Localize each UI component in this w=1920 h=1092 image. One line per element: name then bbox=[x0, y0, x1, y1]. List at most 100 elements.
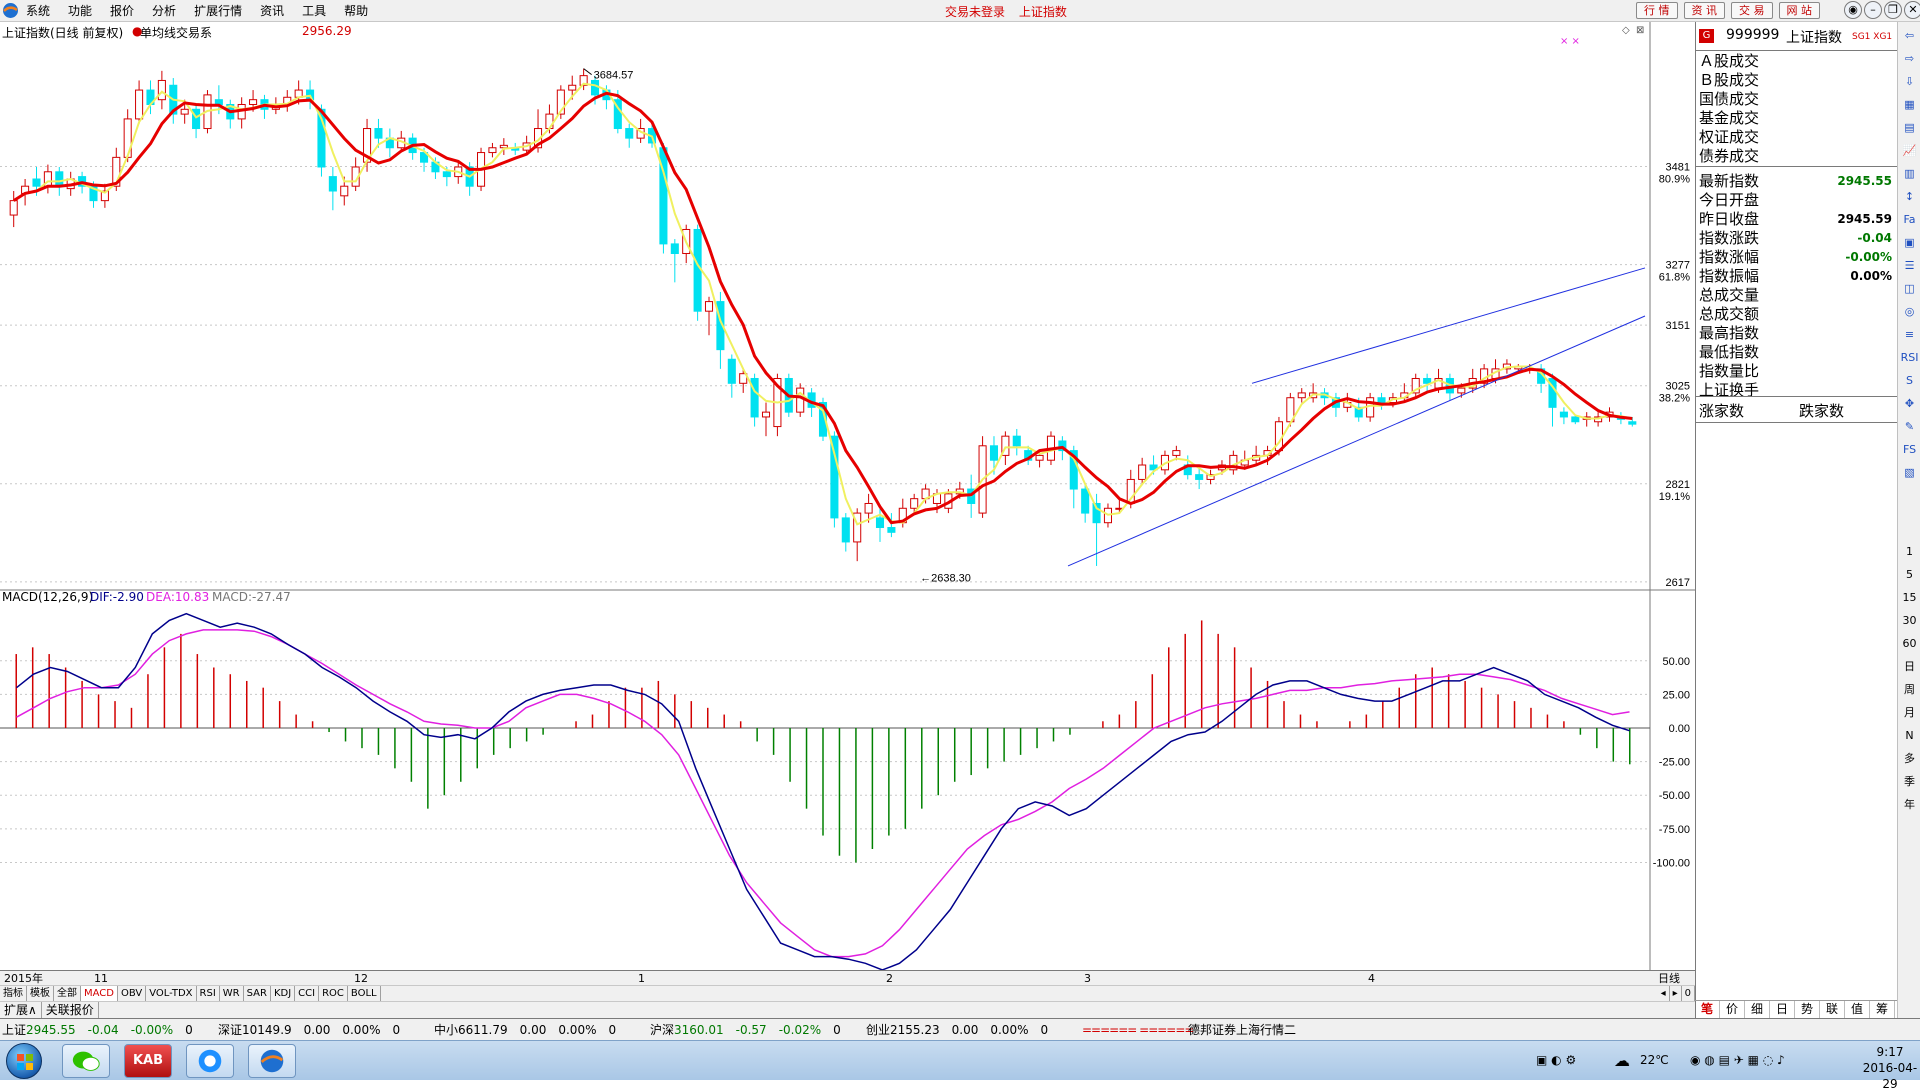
toolbar-button[interactable]: 月 bbox=[1900, 703, 1919, 723]
menu-circle-icon[interactable]: ◉ bbox=[1844, 1, 1862, 19]
toolbar-button[interactable]: Fa bbox=[1900, 210, 1919, 230]
ticker-item[interactable]: 中小6611.79 0.00 0.00% 0 bbox=[434, 1019, 628, 1041]
zoom-reset-icon[interactable]: 0 bbox=[1682, 986, 1695, 1002]
restore-icon[interactable]: ❐ bbox=[1884, 1, 1902, 19]
toolbar-button[interactable]: ◫ bbox=[1900, 279, 1919, 299]
period-label[interactable]: 日线 bbox=[1658, 971, 1680, 986]
weather-icon[interactable]: ☁ bbox=[1614, 1051, 1630, 1070]
tab-obv[interactable]: OBV bbox=[118, 986, 147, 1002]
toolbar-button[interactable]: ⇨ bbox=[1900, 49, 1919, 69]
ticker-item[interactable]: 创业2155.23 0.00 0.00% 0 bbox=[866, 1019, 1060, 1041]
toolbar-button[interactable]: ▣ bbox=[1900, 233, 1919, 253]
ticker-pct: 0.00% bbox=[990, 1023, 1029, 1037]
tab-indicator[interactable]: 指标 bbox=[0, 986, 27, 1002]
quote-row: Ａ股成交 bbox=[1699, 52, 1895, 71]
start-button[interactable] bbox=[6, 1043, 42, 1079]
tab-roc[interactable]: ROC bbox=[319, 986, 348, 1002]
ticker-item[interactable]: 上证2945.55 -0.04 -0.00% 0 bbox=[2, 1019, 205, 1041]
quote-tab[interactable]: 细 bbox=[1745, 1001, 1770, 1019]
kab-taskbar-icon[interactable]: KAB bbox=[124, 1044, 172, 1078]
toolbar-button[interactable]: 5 bbox=[1900, 565, 1919, 585]
tab-template[interactable]: 模板 bbox=[27, 986, 54, 1002]
tab-all[interactable]: 全部 bbox=[54, 986, 81, 1002]
toolbar-button[interactable]: ☰ bbox=[1900, 256, 1919, 276]
ticker-item[interactable]: 深证10149.9 0.00 0.00% 0 bbox=[218, 1019, 412, 1041]
toolbar-button[interactable]: 年 bbox=[1900, 795, 1919, 815]
tab-related-quotes[interactable]: 关联报价 bbox=[42, 1002, 99, 1018]
toolbar-button[interactable]: ▧ bbox=[1900, 463, 1919, 483]
quote-tab[interactable]: 筹 bbox=[1870, 1001, 1895, 1019]
quote-tab[interactable]: 联 bbox=[1820, 1001, 1845, 1019]
toolbar-button[interactable]: 15 bbox=[1900, 588, 1919, 608]
tab-vol-tdx[interactable]: VOL-TDX bbox=[146, 986, 197, 1002]
toolbar-button[interactable]: ▤ bbox=[1900, 118, 1919, 138]
quote-tab[interactable]: 势 bbox=[1795, 1001, 1820, 1019]
chart-settings-icon[interactable]: ◇ bbox=[1622, 25, 1630, 36]
ticker-status: ====== ====== bbox=[1082, 1023, 1194, 1037]
news-button[interactable]: 资 讯 bbox=[1683, 2, 1725, 19]
scroll-left-icon[interactable]: ◂ bbox=[1658, 986, 1670, 1002]
candle-body bbox=[670, 243, 679, 255]
menu-function[interactable]: 功能 bbox=[68, 3, 92, 19]
tray-icons[interactable]: ▣ ◐ ⚙ bbox=[1536, 1053, 1576, 1067]
toolbar-button[interactable]: 多 bbox=[1900, 749, 1919, 769]
quote-tab[interactable]: 值 bbox=[1845, 1001, 1870, 1019]
tab-expand[interactable]: 扩展∧ bbox=[0, 1002, 42, 1018]
toolbar-button[interactable]: 60 bbox=[1900, 634, 1919, 654]
toolbar-button[interactable]: ✎ bbox=[1900, 417, 1919, 437]
quote-tab[interactable]: 日 bbox=[1770, 1001, 1795, 1019]
ticker-item[interactable]: 沪深3160.01 -0.57 -0.02% 0 bbox=[650, 1019, 853, 1041]
menu-help[interactable]: 帮助 bbox=[344, 3, 368, 19]
quote-row-label: 国债成交 bbox=[1699, 90, 1760, 108]
wechat-taskbar-icon[interactable] bbox=[62, 1044, 110, 1078]
toolbar-button[interactable]: ⇩ bbox=[1900, 72, 1919, 92]
tab-rsi[interactable]: RSI bbox=[197, 986, 220, 1002]
toolbar-button[interactable]: ✥ bbox=[1900, 394, 1919, 414]
trade-login-status: 交易未登录 bbox=[945, 5, 1006, 19]
market-button[interactable]: 行 情 bbox=[1636, 2, 1678, 19]
toolbar-button[interactable]: 30 bbox=[1900, 611, 1919, 631]
toolbar-button[interactable]: RSI bbox=[1900, 348, 1919, 368]
toolbar-button[interactable]: ≡ bbox=[1900, 325, 1919, 345]
toolbar-button[interactable]: ◎ bbox=[1900, 302, 1919, 322]
toolbar-button[interactable]: 1 bbox=[1900, 542, 1919, 562]
menu-news[interactable]: 资讯 bbox=[260, 3, 284, 19]
chart-expand-icon[interactable]: ⊠ bbox=[1636, 25, 1644, 36]
menu-extended-market[interactable]: 扩展行情 bbox=[194, 3, 242, 19]
tab-boll[interactable]: BOLL bbox=[348, 986, 381, 1002]
toolbar-button[interactable]: ⇦ bbox=[1900, 26, 1919, 46]
website-button[interactable]: 网 站 bbox=[1778, 2, 1820, 19]
toolbar-button[interactable]: 日 bbox=[1900, 657, 1919, 677]
tray-clock[interactable]: 9:17 2016-04-29 bbox=[1860, 1044, 1920, 1092]
toolbar-button[interactable]: ▦ bbox=[1900, 95, 1919, 115]
tray-app-icons[interactable]: ◉ ◍ ▤ ✈ ▦ ◌ ♪ bbox=[1690, 1053, 1785, 1067]
chart-area[interactable]: 3481 80.9% 3277 61.8% 3151 3025 38.2% 2821 19.1%… bbox=[0, 22, 1695, 972]
toolbar-button[interactable]: 季 bbox=[1900, 772, 1919, 792]
tab-wr[interactable]: WR bbox=[220, 986, 244, 1002]
trade-button[interactable]: 交 易 bbox=[1731, 2, 1773, 19]
scroll-right-icon[interactable]: ▸ bbox=[1670, 986, 1682, 1002]
tab-macd[interactable]: MACD bbox=[81, 986, 118, 1002]
kline-chart[interactable]: 348180.9% 327761.8% 3151 302538.2% 282119.1%… bbox=[0, 22, 1695, 972]
minimize-icon[interactable]: – bbox=[1864, 1, 1882, 19]
tab-kdj[interactable]: KDJ bbox=[271, 986, 296, 1002]
quote-tab[interactable]: 价 bbox=[1720, 1001, 1745, 1019]
toolbar-button[interactable]: 📈 bbox=[1900, 141, 1919, 161]
toolbar-button[interactable]: ▥ bbox=[1900, 164, 1919, 184]
toolbar-button[interactable]: N bbox=[1900, 726, 1919, 746]
tdx-taskbar-icon[interactable] bbox=[248, 1044, 296, 1078]
quote-row-label: 最新指数 bbox=[1699, 172, 1760, 190]
tab-cci[interactable]: CCI bbox=[295, 986, 320, 1002]
menu-system[interactable]: 系统 bbox=[26, 3, 50, 19]
toolbar-button[interactable]: S bbox=[1900, 371, 1919, 391]
toolbar-button[interactable]: 周 bbox=[1900, 680, 1919, 700]
browser-taskbar-icon[interactable] bbox=[186, 1044, 234, 1078]
toolbar-button[interactable]: FS bbox=[1900, 440, 1919, 460]
close-icon[interactable]: ✕ bbox=[1904, 1, 1920, 19]
tab-sar[interactable]: SAR bbox=[244, 986, 271, 1002]
quote-tab[interactable]: 笔 bbox=[1695, 1001, 1720, 1019]
menu-tools[interactable]: 工具 bbox=[302, 3, 326, 19]
menu-analysis[interactable]: 分析 bbox=[152, 3, 176, 19]
menu-quote[interactable]: 报价 bbox=[110, 3, 134, 19]
toolbar-button[interactable]: ↕ bbox=[1900, 187, 1919, 207]
